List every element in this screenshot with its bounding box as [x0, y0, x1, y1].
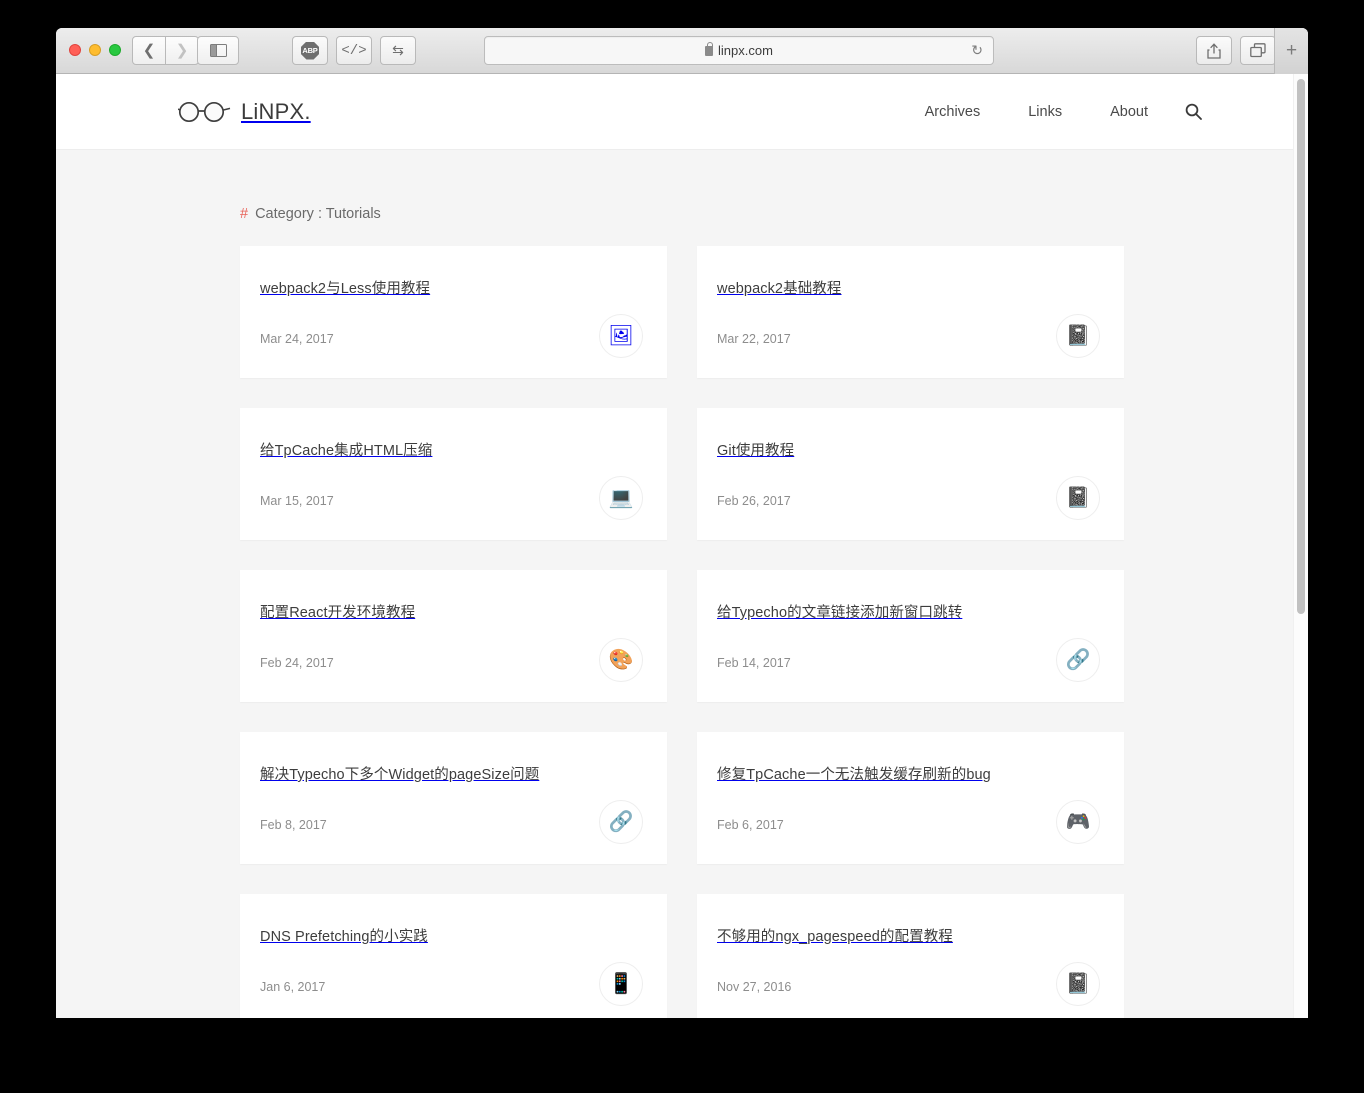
post-title: 给Typecho的文章链接添加新窗口跳转 — [717, 605, 963, 621]
search-icon — [1185, 103, 1202, 120]
address-bar-content: linpx.com — [705, 41, 773, 58]
vertical-scrollbar[interactable] — [1293, 74, 1308, 1018]
maximize-window-button[interactable] — [109, 44, 121, 56]
post-title: 修复TpCache一个无法触发缓存刷新的bug — [717, 767, 991, 783]
post-card[interactable]: DNS Prefetching的小实践 Jan 6, 2017 📱 — [240, 894, 667, 1018]
site-nav: Archives Links About — [901, 101, 1204, 123]
window-controls — [69, 44, 121, 56]
post-card[interactable]: 配置React开发环境教程 Feb 24, 2017 🎨 — [240, 570, 667, 702]
developer-tools-button[interactable]: </> — [336, 36, 372, 65]
sync-button[interactable]: ⇆ — [380, 36, 416, 65]
show-tabs-button[interactable] — [1240, 36, 1276, 65]
post-card[interactable]: 给TpCache集成HTML压缩 Mar 15, 2017 💻 — [240, 408, 667, 540]
page-content: # Category : Tutorials webpack2与Less使用教程 … — [56, 150, 1308, 1018]
post-date: Feb 8, 2017 — [260, 818, 327, 832]
post-date: Jan 6, 2017 — [260, 980, 326, 994]
post-title: 解决Typecho下多个Widget的pageSize问题 — [260, 767, 540, 783]
game-controller-icon: 🎮 — [1056, 800, 1100, 844]
post-grid: webpack2与Less使用教程 Mar 24, 2017 🖼 webpack… — [240, 246, 1124, 1018]
sidebar-toggle-icon — [209, 44, 227, 57]
lock-icon — [705, 41, 714, 56]
post-date: Nov 27, 2016 — [717, 980, 792, 994]
search-button[interactable] — [1182, 101, 1204, 123]
post-title: 给TpCache集成HTML压缩 — [260, 443, 433, 459]
url-text: linpx.com — [718, 43, 773, 58]
new-tab-button[interactable]: + — [1274, 28, 1308, 74]
sync-arrows-icon: ⇆ — [392, 42, 404, 58]
link-icon: 🔗 — [599, 800, 643, 844]
post-card[interactable]: 给Typecho的文章链接添加新窗口跳转 Feb 14, 2017 🔗 — [697, 570, 1124, 702]
windows-picture-icon: 🖼 — [599, 314, 643, 358]
post-card[interactable]: 解决Typecho下多个Widget的pageSize问题 Feb 8, 201… — [240, 732, 667, 864]
post-card[interactable]: Git使用教程 Feb 26, 2017 📓 — [697, 408, 1124, 540]
back-button[interactable]: ❮ — [132, 36, 166, 65]
notebook-icon: 📓 — [1056, 314, 1100, 358]
post-title: webpack2基础教程 — [717, 281, 842, 297]
glasses-icon — [178, 101, 231, 122]
share-icon — [1207, 43, 1221, 59]
category-hash: # — [240, 206, 249, 222]
scrollbar-thumb[interactable] — [1297, 79, 1305, 614]
show-tabs-icon — [1250, 43, 1266, 58]
post-title: DNS Prefetching的小实践 — [260, 929, 428, 945]
sidebar-toggle-button[interactable] — [197, 36, 239, 65]
chevron-right-icon: ❯ — [175, 42, 189, 59]
site-logo[interactable]: LiNPX. — [178, 99, 311, 125]
minimize-window-button[interactable] — [89, 44, 101, 56]
palette-icon: 🎨 — [599, 638, 643, 682]
post-card[interactable]: 不够用的ngx_pagespeed的配置教程 Nov 27, 2016 📓 — [697, 894, 1124, 1018]
post-date: Feb 26, 2017 — [717, 494, 791, 508]
abp-icon: ABP — [301, 41, 319, 60]
site-header: LiNPX. Archives Links About — [56, 74, 1308, 150]
reload-icon[interactable]: ↻ — [971, 42, 983, 59]
code-icon: </> — [341, 42, 367, 59]
post-card[interactable]: webpack2基础教程 Mar 22, 2017 📓 — [697, 246, 1124, 378]
category-label: Category : Tutorials — [255, 206, 381, 222]
post-date: Mar 22, 2017 — [717, 332, 791, 346]
nav-item-links[interactable]: Links — [1004, 104, 1086, 120]
post-card[interactable]: 修复TpCache一个无法触发缓存刷新的bug Feb 6, 2017 🎮 — [697, 732, 1124, 864]
post-title: 配置React开发环境教程 — [260, 605, 416, 621]
browser-toolbar: ❮ ❯ ABP </> ⇆ linpx.com ↻ + — [56, 28, 1308, 74]
nav-item-about[interactable]: About — [1086, 104, 1172, 120]
devices-icon: 📱 — [599, 962, 643, 1006]
plus-icon: + — [1285, 40, 1298, 61]
notebook-icon: 📓 — [1056, 962, 1100, 1006]
post-title: webpack2与Less使用教程 — [260, 281, 431, 297]
notebook-icon: 📓 — [1056, 476, 1100, 520]
post-date: Feb 14, 2017 — [717, 656, 791, 670]
post-title: 不够用的ngx_pagespeed的配置教程 — [717, 929, 953, 945]
address-bar[interactable]: linpx.com ↻ — [484, 36, 994, 65]
post-date: Mar 15, 2017 — [260, 494, 334, 508]
site-logo-text: LiNPX. — [241, 98, 311, 124]
forward-button[interactable]: ❯ — [165, 36, 199, 65]
nav-item-archives[interactable]: Archives — [901, 104, 1005, 120]
adblock-plus-button[interactable]: ABP — [292, 36, 328, 65]
post-title: Git使用教程 — [717, 443, 795, 459]
browser-window: ❮ ❯ ABP </> ⇆ linpx.com ↻ + LiNPX. Archi… — [56, 28, 1308, 1018]
post-date: Mar 24, 2017 — [260, 332, 334, 346]
category-heading: # Category : Tutorials — [56, 150, 1308, 246]
share-button[interactable] — [1196, 36, 1232, 65]
close-window-button[interactable] — [69, 44, 81, 56]
post-date: Feb 24, 2017 — [260, 656, 334, 670]
link-icon: 🔗 — [1056, 638, 1100, 682]
page-viewport: LiNPX. Archives Links About # Category : … — [56, 74, 1308, 1018]
post-card[interactable]: webpack2与Less使用教程 Mar 24, 2017 🖼 — [240, 246, 667, 378]
post-date: Feb 6, 2017 — [717, 818, 784, 832]
laptop-icon: 💻 — [599, 476, 643, 520]
chevron-left-icon: ❮ — [142, 42, 156, 59]
